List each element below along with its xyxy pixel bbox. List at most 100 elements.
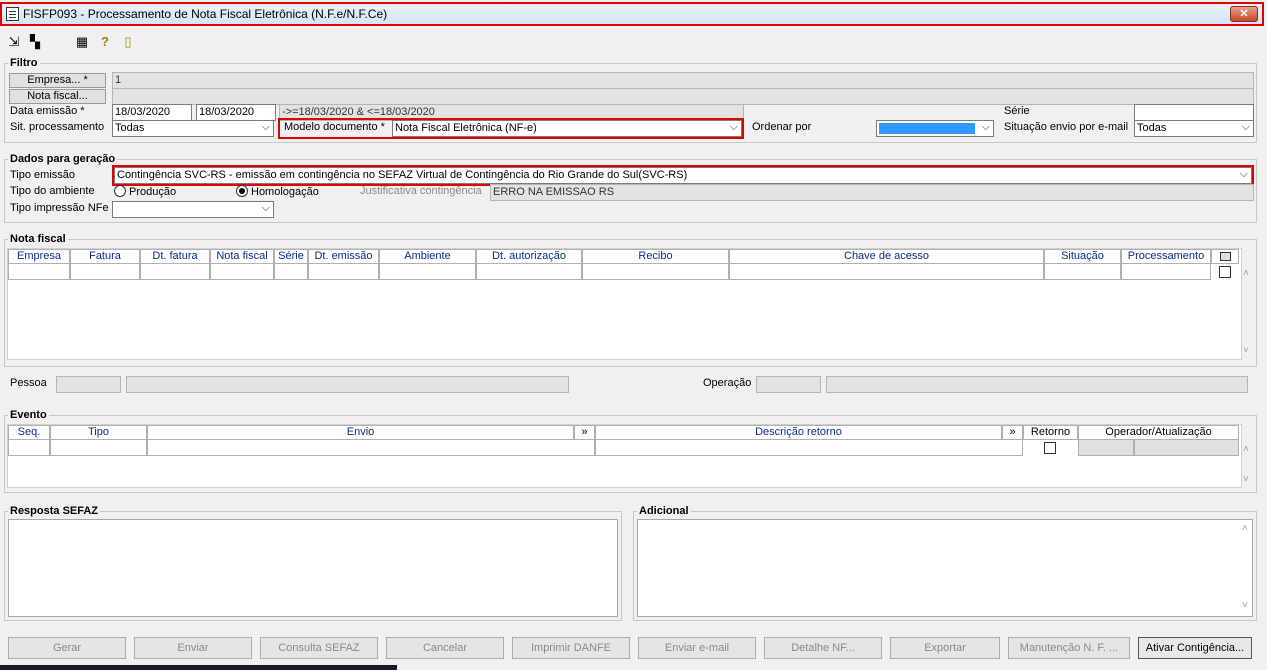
ativar-contingencia-button[interactable]: Ativar Contigência... [1138,637,1252,659]
exportar-button[interactable]: Exportar [890,637,1000,659]
windows-icon[interactable]: ▚ [27,34,43,50]
pessoa-name-field [126,376,569,393]
data-inicio-field[interactable]: 18/03/2020 [112,104,192,121]
manutencao-nf-button[interactable]: Manutenção N. F. ... [1008,637,1130,659]
adicional-textarea[interactable] [637,519,1253,617]
col-dt-autorizacao[interactable]: Dt. autorização [476,249,582,264]
col-chave-acesso[interactable]: Chave de acesso [729,249,1044,264]
expand-retorno-button[interactable]: » [1002,425,1023,440]
col-select-all[interactable] [1211,249,1239,264]
calculator-icon[interactable]: ▦ [74,34,90,50]
tipo-impressao-label: Tipo impressão NFe [10,202,109,214]
data-expression: ->=18/03/2020 & <=18/03/2020 [279,104,744,121]
operacao-name-field [826,376,1248,393]
modelo-documento-select[interactable]: Nota Fiscal Eletrônica (NF-e) [392,120,742,137]
col-descricao-retorno[interactable]: Descrição retorno [595,425,1002,440]
help-icon[interactable]: ? [97,34,113,50]
nota-fiscal-field[interactable] [112,88,1254,105]
table-cell[interactable] [140,263,210,280]
door-icon[interactable]: ▯ [120,34,136,50]
table-cell[interactable] [308,263,379,280]
tipo-emissao-label: Tipo emissão [10,169,76,181]
enviar-button[interactable]: Enviar [134,637,252,659]
col-empresa[interactable]: Empresa [8,249,70,264]
col-tipo[interactable]: Tipo [50,425,147,440]
tipo-emissao-select[interactable]: Contingência SVC-RS - emissão em conting… [112,165,1254,186]
scroll-down-icon[interactable]: ˅ [1243,474,1249,485]
table-cell[interactable] [729,263,1044,280]
exit-icon[interactable]: ⇲ [6,34,22,50]
table-cell[interactable] [274,263,308,280]
close-button[interactable]: ✕ [1230,6,1258,22]
table-cell[interactable] [147,439,595,456]
scroll-up-icon[interactable]: ˄ [1242,523,1248,534]
table-cell[interactable] [476,263,582,280]
table-cell[interactable] [50,439,147,456]
col-serie[interactable]: Série [274,249,308,264]
col-dt-fatura[interactable]: Dt. fatura [140,249,210,264]
ordenar-por-label: Ordenar por [752,121,812,133]
col-situacao[interactable]: Situação [1044,249,1121,264]
empresa-field[interactable]: 1 [112,72,1254,89]
table-cell[interactable] [1044,263,1121,280]
select-all-checkbox[interactable] [1219,252,1231,261]
col-dt-emissao[interactable]: Dt. emissão [308,249,379,264]
nota-fiscal-button[interactable]: Nota fiscal... [9,89,106,104]
col-recibo[interactable]: Recibo [582,249,729,264]
scroll-up-icon[interactable]: ˄ [1243,268,1249,279]
scroll-up-icon[interactable]: ˄ [1243,444,1249,455]
col-envio[interactable]: Envio [147,425,574,440]
scroll-down-icon[interactable]: ˅ [1242,600,1248,611]
justificativa-field: ERRO NA EMISSAO RS [490,184,1254,201]
col-processamento[interactable]: Processamento [1121,249,1211,264]
homologacao-radio[interactable] [236,185,248,197]
tipo-impressao-select[interactable] [112,201,274,218]
col-fatura[interactable]: Fatura [70,249,140,264]
homologacao-label: Homologação [251,186,319,198]
table-row[interactable] [8,263,70,280]
table-cell[interactable] [582,263,729,280]
consulta-sefaz-button[interactable]: Consulta SEFAZ [260,637,378,659]
resposta-sefaz-textarea[interactable] [8,519,618,617]
adicional-label: Adicional [637,505,691,517]
col-retorno[interactable]: Retorno [1023,425,1078,440]
modelo-documento-label: Modelo documento * [284,121,385,133]
expand-envio-button[interactable]: » [574,425,595,440]
justificativa-label: Justificativa contingência [360,185,482,197]
producao-label: Produção [129,186,177,198]
col-operador-atualizacao[interactable]: Operador/Atualização [1078,425,1239,440]
data-emissao-label: Data emissão * [10,105,85,117]
col-seq[interactable]: Seq. [8,425,50,440]
nota-fiscal-label: Nota fiscal [8,233,68,245]
table-cell[interactable] [595,439,1023,456]
situacao-envio-label: Situação envio por e-mail [1004,121,1129,133]
sit-processamento-label: Sit. processamento [10,121,105,133]
gerar-button[interactable]: Gerar [8,637,126,659]
serie-field[interactable] [1134,104,1254,121]
table-cell [1134,439,1239,456]
cancelar-button[interactable]: Cancelar [386,637,504,659]
empresa-button[interactable]: Empresa... * [9,73,106,88]
scroll-down-icon[interactable]: ˅ [1243,345,1249,356]
col-nota-fiscal[interactable]: Nota fiscal [210,249,274,264]
table-row[interactable] [8,439,50,456]
table-cell[interactable] [70,263,140,280]
window-title: FISFP093 - Processamento de Nota Fiscal … [23,7,388,21]
table-cell[interactable] [1121,263,1211,280]
document-icon [6,7,19,21]
enviar-email-button[interactable]: Enviar e-mail [638,637,756,659]
situacao-envio-select[interactable]: Todas [1134,120,1254,137]
retorno-checkbox[interactable] [1044,442,1056,454]
data-fim-field[interactable]: 18/03/2020 [196,104,276,121]
row-checkbox[interactable] [1219,266,1231,278]
sit-processamento-select[interactable]: Todas [112,120,274,137]
table-cell[interactable] [379,263,476,280]
producao-radio[interactable] [114,185,126,197]
col-ambiente[interactable]: Ambiente [379,249,476,264]
ordenar-por-select[interactable] [876,120,994,137]
taskbar-strip [0,665,397,670]
table-cell[interactable] [210,263,274,280]
imprimir-danfe-button[interactable]: Imprimir DANFE [512,637,630,659]
detalhe-nf-button[interactable]: Detalhe NF... [764,637,882,659]
serie-label: Série [1004,105,1030,117]
